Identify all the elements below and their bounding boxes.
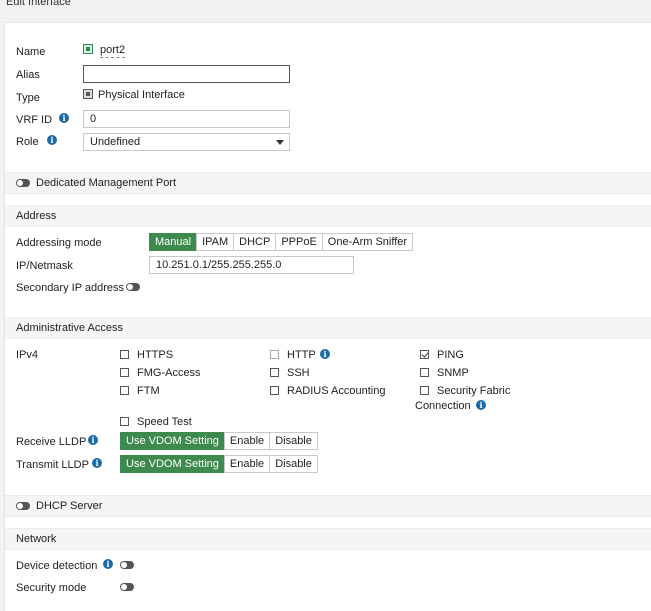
alias-input[interactable]	[83, 65, 290, 83]
device-detection-toggle[interactable]	[120, 561, 134, 569]
ssh-checkbox[interactable]	[270, 368, 279, 377]
dedicated-mgmt-label: Dedicated Management Port	[36, 177, 177, 189]
speed-test-checkbox[interactable]	[120, 417, 129, 426]
ip-netmask-label: IP/Netmask	[16, 260, 73, 272]
network-section-title: Network	[16, 533, 57, 545]
radius-accounting-label: RADIUS Accounting	[287, 385, 386, 397]
radius-accounting-checkbox[interactable]	[270, 386, 279, 395]
address-section-header: Address	[5, 205, 651, 227]
http-info-icon[interactable]: i	[320, 349, 330, 359]
snmp-label: SNMP	[437, 367, 469, 379]
security-mode-label: Security mode	[16, 582, 87, 594]
dhcp-server-section: DHCP Server	[5, 495, 651, 517]
mode-ipam-button[interactable]: IPAM	[196, 233, 235, 251]
type-value: Physical Interface	[98, 89, 185, 101]
fmg-access-label: FMG-Access	[137, 367, 201, 379]
http-checkbox[interactable]	[270, 350, 279, 359]
mode-dhcp-button[interactable]: DHCP	[233, 233, 277, 251]
port-icon	[83, 44, 93, 54]
receive-lldp-enable-button[interactable]: Enable	[223, 432, 271, 450]
name-label: Name	[16, 46, 46, 58]
ping-label: PING	[437, 349, 464, 361]
transmit-lldp-info-icon[interactable]: i	[92, 458, 102, 468]
receive-lldp-disable-button[interactable]: Disable	[269, 432, 318, 450]
vrf-id-input[interactable]	[83, 110, 290, 128]
https-checkbox[interactable]	[120, 350, 129, 359]
receive-lldp-label: Receive LLDP	[16, 436, 87, 448]
receive-lldp-info-icon[interactable]: i	[88, 435, 98, 445]
chevron-down-icon	[276, 140, 284, 145]
security-fabric-info-icon[interactable]: i	[476, 400, 486, 410]
ssh-label: SSH	[287, 367, 310, 379]
mode-manual-button[interactable]: Manual	[149, 233, 198, 251]
transmit-lldp-vdom-button[interactable]: Use VDOM Setting	[120, 455, 225, 473]
http-label: HTTP	[287, 349, 316, 361]
role-info-icon[interactable]: i	[47, 135, 57, 145]
dhcp-server-label: DHCP Server	[36, 500, 103, 512]
ftm-checkbox[interactable]	[120, 386, 129, 395]
dhcp-server-toggle[interactable]	[16, 502, 30, 510]
vrf-id-label: VRF ID	[16, 114, 53, 126]
edit-interface-panel: Name port2 Alias Type Physical Interface…	[4, 22, 651, 611]
security-mode-toggle[interactable]	[120, 583, 134, 591]
security-fabric-label: Security Fabric	[437, 385, 511, 397]
transmit-lldp-group: Use VDOM Setting Enable Disable	[120, 455, 318, 473]
dedicated-mgmt-section: Dedicated Management Port	[5, 172, 651, 194]
receive-lldp-vdom-button[interactable]: Use VDOM Setting	[120, 432, 225, 450]
secondary-ip-toggle[interactable]	[126, 283, 140, 291]
network-section-header: Network	[5, 528, 651, 550]
addressing-mode-group: Manual IPAM DHCP PPPoE One-Arm Sniffer	[149, 233, 414, 251]
device-detection-label: Device detection	[16, 560, 98, 572]
mode-pppoe-button[interactable]: PPPoE	[275, 233, 323, 251]
addressing-mode-label: Addressing mode	[16, 237, 102, 249]
security-fabric-checkbox[interactable]	[420, 386, 429, 395]
alias-label: Alias	[16, 69, 40, 81]
role-label: Role	[16, 136, 39, 148]
mode-one-arm-sniffer-button[interactable]: One-Arm Sniffer	[321, 233, 414, 251]
dedicated-mgmt-toggle[interactable]	[16, 179, 30, 187]
device-detection-info-icon[interactable]: i	[103, 559, 113, 569]
ftm-label: FTM	[137, 385, 160, 397]
window-titlebar: Edit Interface	[0, 0, 651, 12]
vrf-info-icon[interactable]: i	[59, 113, 69, 123]
transmit-lldp-label: Transmit LLDP	[16, 459, 89, 471]
transmit-lldp-disable-button[interactable]: Disable	[269, 455, 318, 473]
type-label: Type	[16, 92, 40, 104]
https-label: HTTPS	[137, 349, 174, 361]
admin-access-section-title: Administrative Access	[16, 322, 123, 334]
role-selected-value: Undefined	[90, 136, 141, 148]
name-value[interactable]: port2	[100, 44, 126, 58]
ping-checkbox[interactable]	[420, 350, 429, 359]
secondary-ip-label: Secondary IP address	[16, 282, 125, 294]
role-select[interactable]: Undefined	[83, 133, 290, 151]
address-section-title: Address	[16, 210, 57, 222]
ip-netmask-input[interactable]	[149, 256, 354, 274]
snmp-checkbox[interactable]	[420, 368, 429, 377]
window-title: Edit Interface	[6, 0, 71, 8]
security-fabric-label-line2: Connection	[415, 400, 471, 412]
admin-access-section-header: Administrative Access	[5, 317, 651, 339]
fmg-access-checkbox[interactable]	[120, 368, 129, 377]
ipv4-label: IPv4	[16, 349, 39, 361]
transmit-lldp-enable-button[interactable]: Enable	[223, 455, 271, 473]
receive-lldp-group: Use VDOM Setting Enable Disable	[120, 432, 318, 450]
speed-test-label: Speed Test	[137, 416, 192, 428]
physical-interface-icon	[83, 89, 93, 99]
